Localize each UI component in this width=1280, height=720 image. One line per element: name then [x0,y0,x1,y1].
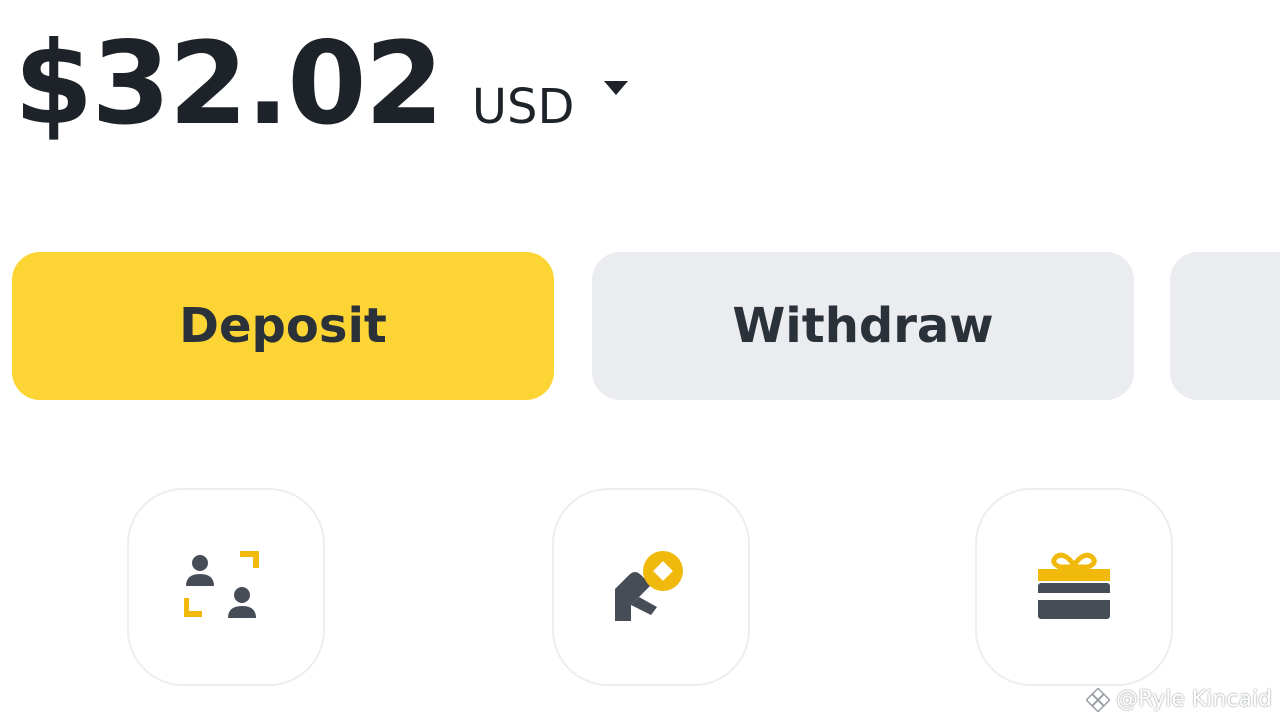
watermark: @Ryle Kincaid [1086,687,1272,712]
deposit-button[interactable]: Deposit [12,252,554,400]
pay-shortcut[interactable] [552,488,750,686]
balance-amount: $32.02 [14,17,444,150]
currency-code: USD [471,79,575,135]
caret-down-icon [604,81,629,95]
balance-row: $32.02 USD [14,17,629,150]
wallet-overview: $32.02 USD Deposit Withdraw @Ryle Kincai… [0,0,1280,720]
p2p-trade-icon [184,551,259,618]
binance-logo-icon [1086,687,1111,712]
p2p-shortcut[interactable] [127,488,325,686]
more-actions-button[interactable] [1170,252,1280,400]
gift-card-shortcut[interactable] [975,488,1173,686]
currency-selector[interactable]: USD [472,79,629,135]
withdraw-button[interactable]: Withdraw [592,252,1134,400]
gift-card-icon [1038,552,1110,619]
watermark-text: @Ryle Kincaid [1116,687,1272,712]
pay-icon [615,551,683,621]
